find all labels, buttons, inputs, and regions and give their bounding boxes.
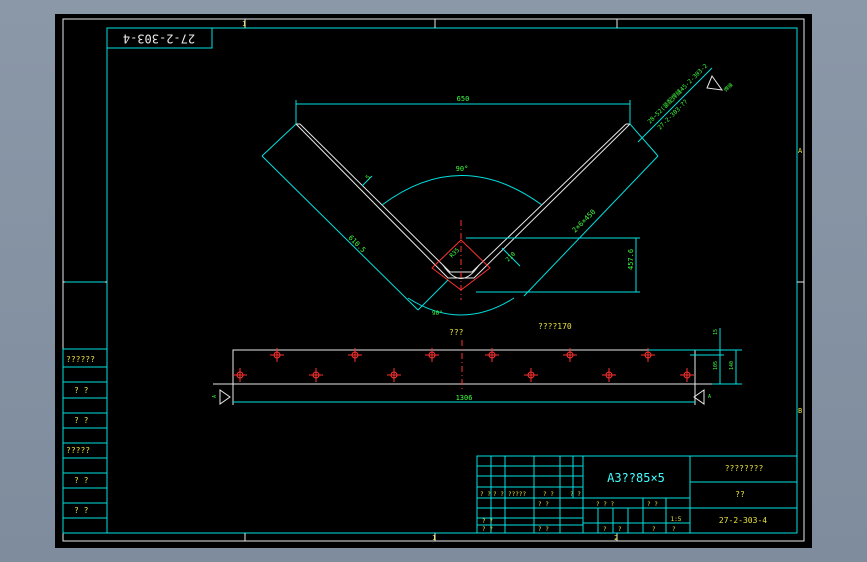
tb-mid-row-2: ? ? bbox=[647, 501, 658, 508]
paper-background bbox=[55, 14, 812, 548]
dim-text-side-2: 105 bbox=[713, 361, 719, 370]
left-block-text-3: ? ? bbox=[74, 416, 89, 425]
tb-left-row3-3: ? ? bbox=[538, 526, 549, 533]
tb-left-row3-1: ? ? bbox=[482, 518, 493, 525]
tb-mid-row2-1: ? bbox=[603, 526, 607, 533]
section-label-right: A bbox=[708, 394, 711, 400]
left-block-text-6: ? ? bbox=[74, 506, 89, 515]
border-label-right-bottom: B bbox=[798, 407, 802, 415]
section-label-left: A bbox=[212, 395, 218, 398]
tb-left-row2: ? ? bbox=[538, 501, 549, 508]
tb-mid-row2-4: ? bbox=[672, 526, 676, 533]
left-block-text-5: ? ? bbox=[74, 476, 89, 485]
title-scale-value: 1:5 bbox=[671, 516, 682, 523]
tb-left-row3-2: ? ? bbox=[482, 526, 493, 533]
dim-text-top: 650 bbox=[457, 95, 470, 103]
dim-text-side-1: 15 bbox=[713, 329, 719, 335]
dim-text-angle-bottom: 90° bbox=[432, 310, 443, 317]
left-block-text-2: ? ? bbox=[74, 386, 89, 395]
view-note-left: ??? bbox=[449, 328, 464, 337]
tb-mid-row-1: ? ? ? bbox=[596, 501, 614, 508]
title-scale-label: ?? bbox=[735, 490, 745, 499]
title-name: ???????? bbox=[725, 464, 764, 473]
left-block-text-4: ????? bbox=[66, 446, 90, 455]
dim-text-height: 457.6 bbox=[627, 249, 635, 270]
tb-left-row1-1: ? ? bbox=[480, 491, 491, 498]
view-note-right: ????170 bbox=[538, 322, 572, 331]
title-material: A3??85×5 bbox=[607, 471, 665, 485]
border-label-bottom-right: 2 bbox=[614, 534, 618, 542]
title-number: 27-2-303-4 bbox=[719, 516, 767, 525]
tb-left-row1-4: ? ? bbox=[543, 491, 554, 498]
tb-left-row1-5: ? ? bbox=[570, 491, 581, 498]
border-label-bottom-left: 1 bbox=[432, 534, 436, 542]
border-label-top: 1 bbox=[242, 20, 246, 28]
drawing-number-rotated: 27-2-303-4 bbox=[123, 32, 195, 46]
tb-mid-row2-3: ? bbox=[652, 526, 656, 533]
dim-text-bottom: 1306 bbox=[456, 394, 473, 402]
left-block-text-1: ?????? bbox=[66, 355, 95, 364]
dim-text-angle-top: 90° bbox=[456, 165, 469, 173]
dim-text-side-3: 140 bbox=[729, 361, 735, 370]
tb-mid-row2-2: ? bbox=[618, 526, 622, 533]
drawing-sheet: ?????? ? ? ? ? ????? ? ? ? ? 1 A B 1 2 2… bbox=[55, 14, 812, 548]
tb-left-row1-3: ????? bbox=[508, 491, 526, 498]
tb-left-row1-2: ? ? bbox=[493, 491, 504, 498]
